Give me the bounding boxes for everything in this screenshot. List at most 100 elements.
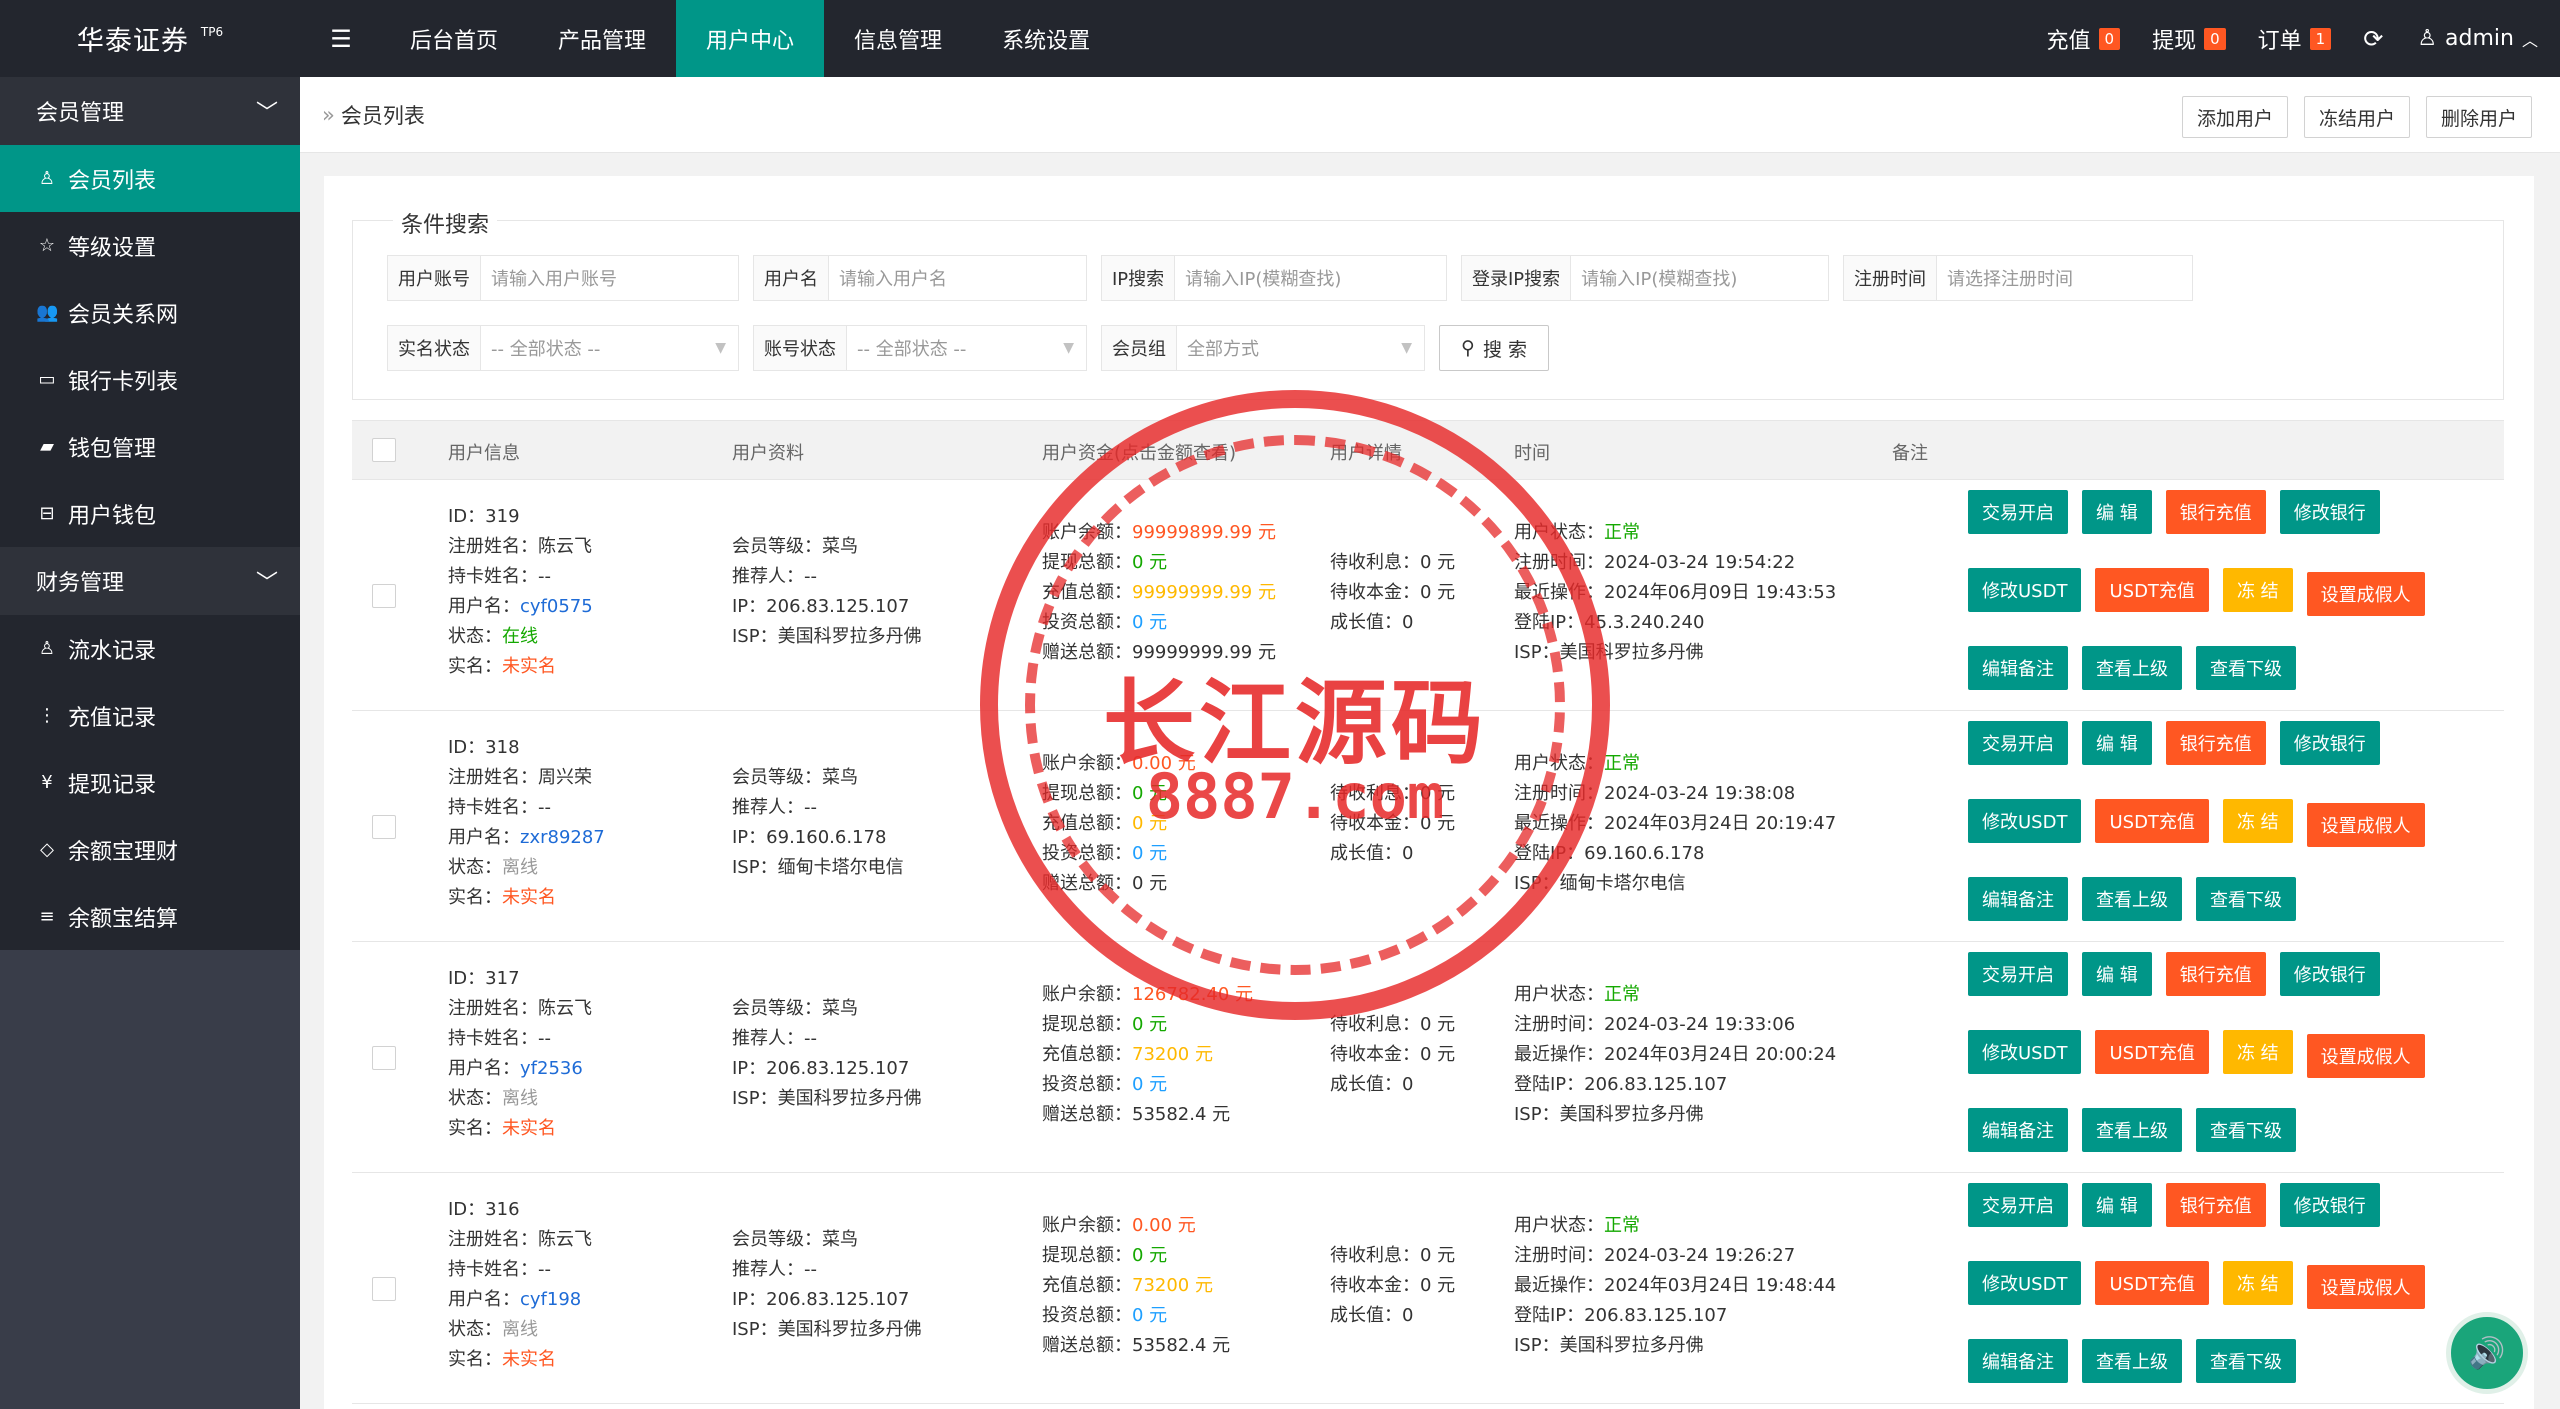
recharge-link[interactable]: 充值 0 — [2047, 23, 2121, 55]
withdraw-link[interactable]: 提现 0 — [2152, 23, 2226, 55]
op-button-1-1[interactable]: USDT充值 — [2095, 1030, 2209, 1074]
account-status-select[interactable]: 账号状态 -- 全部状态 -- ▼ — [753, 325, 1087, 371]
op-button-0-0[interactable]: 交易开启 — [1968, 721, 2068, 765]
field-placeholder[interactable]: 请输入用户名 — [829, 256, 957, 300]
sidebar-item-yeb[interactable]: ◇ 余额宝理财 — [0, 816, 300, 883]
op-button-0-1[interactable]: 编 辑 — [2082, 952, 2152, 996]
sidebar-item-bankcards[interactable]: ▭ 银行卡列表 — [0, 346, 300, 413]
sidebar-item-wallet-mgmt[interactable]: ▰ 钱包管理 — [0, 413, 300, 480]
op-button-0-3[interactable]: 修改银行 — [2279, 490, 2380, 534]
op-button-1-1[interactable]: USDT充值 — [2095, 568, 2209, 612]
freeze-user-button[interactable]: 冻结用户 — [2303, 96, 2410, 138]
op-button-2-1[interactable]: 查看上级 — [2082, 646, 2182, 690]
select-all-checkbox[interactable] — [372, 438, 396, 462]
op-button-1-3[interactable]: 设置成假人 — [2306, 1034, 2425, 1078]
recharge-value[interactable]: 99999999.99 元 — [1132, 582, 1276, 603]
nav-info[interactable]: 信息管理 — [824, 0, 972, 77]
balance-value[interactable]: 0.00 元 — [1132, 753, 1196, 774]
speaker-icon[interactable]: 🔊 — [2446, 1312, 2528, 1394]
row-checkbox[interactable] — [372, 815, 396, 839]
withdraw-value[interactable]: 0 元 — [1132, 1245, 1167, 1266]
withdraw-value[interactable]: 0 元 — [1132, 783, 1167, 804]
op-button-0-2[interactable]: 银行充值 — [2165, 952, 2266, 996]
username-link[interactable]: zxr89287 — [520, 827, 605, 848]
gift-value[interactable]: 53582.4 元 — [1132, 1104, 1230, 1125]
op-button-1-0[interactable]: 修改USDT — [1968, 1261, 2082, 1305]
op-button-0-0[interactable]: 交易开启 — [1968, 952, 2068, 996]
op-button-1-3[interactable]: 设置成假人 — [2306, 572, 2425, 616]
withdraw-value[interactable]: 0 元 — [1132, 1014, 1167, 1035]
hamburger-icon[interactable]: ☰ — [315, 0, 367, 77]
op-button-0-2[interactable]: 银行充值 — [2165, 490, 2266, 534]
op-button-0-1[interactable]: 编 辑 — [2082, 1183, 2152, 1227]
op-button-2-0[interactable]: 编辑备注 — [1968, 646, 2068, 690]
op-button-2-1[interactable]: 查看上级 — [2082, 1339, 2182, 1383]
account-field[interactable]: 用户账号 请输入用户账号 — [387, 255, 739, 301]
balance-value[interactable]: 99999899.99 元 — [1132, 522, 1276, 543]
nav-products[interactable]: 产品管理 — [528, 0, 676, 77]
login-ip-search-field[interactable]: 登录IP搜索 请输入IP(模糊查找) — [1461, 255, 1829, 301]
op-button-1-2[interactable]: 冻 结 — [2222, 1030, 2293, 1074]
realname-status-select[interactable]: 实名状态 -- 全部状态 -- ▼ — [387, 325, 739, 371]
op-button-1-0[interactable]: 修改USDT — [1968, 1030, 2082, 1074]
op-button-0-0[interactable]: 交易开启 — [1968, 1183, 2068, 1227]
search-button[interactable]: ⚲ 搜 索 — [1439, 325, 1549, 371]
ip-search-field[interactable]: IP搜索 请输入IP(模糊查找) — [1101, 255, 1447, 301]
sidebar-item-flow[interactable]: ♙ 流水记录 — [0, 615, 300, 682]
op-button-2-1[interactable]: 查看上级 — [2082, 1108, 2182, 1152]
balance-value[interactable]: 0.00 元 — [1132, 1215, 1196, 1236]
row-checkbox[interactable] — [372, 1277, 396, 1301]
op-button-0-0[interactable]: 交易开启 — [1968, 490, 2068, 534]
delete-user-button[interactable]: 删除用户 — [2425, 96, 2532, 138]
op-button-1-3[interactable]: 设置成假人 — [2306, 803, 2425, 847]
op-button-0-1[interactable]: 编 辑 — [2082, 490, 2152, 534]
withdraw-value[interactable]: 0 元 — [1132, 552, 1167, 573]
member-group-select[interactable]: 会员组 全部方式 ▼ — [1101, 325, 1425, 371]
op-button-2-2[interactable]: 查看下级 — [2196, 1108, 2296, 1152]
op-button-1-2[interactable]: 冻 结 — [2222, 568, 2293, 612]
gift-value[interactable]: 53582.4 元 — [1132, 1335, 1230, 1356]
op-button-0-3[interactable]: 修改银行 — [2279, 952, 2380, 996]
op-button-2-0[interactable]: 编辑备注 — [1968, 877, 2068, 921]
op-button-0-2[interactable]: 银行充值 — [2165, 1183, 2266, 1227]
gift-value[interactable]: 0 元 — [1132, 873, 1167, 894]
sidebar-item-user-wallet[interactable]: ⊟ 用户钱包 — [0, 480, 300, 547]
register-time-field[interactable]: 注册时间 请选择注册时间 — [1843, 255, 2193, 301]
nav-system[interactable]: 系统设置 — [972, 0, 1120, 77]
field-placeholder[interactable]: 请输入IP(模糊查找) — [1175, 256, 1351, 300]
invest-value[interactable]: 0 元 — [1132, 612, 1167, 633]
op-button-2-0[interactable]: 编辑备注 — [1968, 1108, 2068, 1152]
sidebar-item-member-list[interactable]: ♙ 会员列表 — [0, 145, 300, 212]
op-button-2-1[interactable]: 查看上级 — [2082, 877, 2182, 921]
nav-home[interactable]: 后台首页 — [380, 0, 528, 77]
sidebar-group-members[interactable]: 会员管理 ﹀ — [0, 77, 300, 145]
op-button-1-0[interactable]: 修改USDT — [1968, 799, 2082, 843]
row-checkbox[interactable] — [372, 1046, 396, 1070]
refresh-icon[interactable]: ⟳ — [2363, 25, 2383, 53]
sidebar-item-withdraw[interactable]: ¥ 提现记录 — [0, 749, 300, 816]
invest-value[interactable]: 0 元 — [1132, 843, 1167, 864]
field-placeholder[interactable]: 请输入IP(模糊查找) — [1571, 256, 1747, 300]
order-link[interactable]: 订单 1 — [2258, 23, 2332, 55]
op-button-2-2[interactable]: 查看下级 — [2196, 1339, 2296, 1383]
invest-value[interactable]: 0 元 — [1132, 1074, 1167, 1095]
recharge-value[interactable]: 0 元 — [1132, 813, 1167, 834]
nav-users[interactable]: 用户中心 — [676, 0, 825, 77]
balance-value[interactable]: 126782.40 元 — [1132, 984, 1253, 1005]
sidebar-item-relations[interactable]: 👥 会员关系网 — [0, 279, 300, 346]
op-button-0-3[interactable]: 修改银行 — [2279, 1183, 2380, 1227]
field-placeholder[interactable]: 请输入用户账号 — [481, 256, 627, 300]
op-button-1-0[interactable]: 修改USDT — [1968, 568, 2082, 612]
sidebar-item-recharge[interactable]: ⋮ 充值记录 — [0, 682, 300, 749]
op-button-0-1[interactable]: 编 辑 — [2082, 721, 2152, 765]
field-placeholder[interactable]: 请选择注册时间 — [1937, 256, 2083, 300]
row-checkbox[interactable] — [372, 584, 396, 608]
op-button-1-3[interactable]: 设置成假人 — [2306, 1265, 2425, 1309]
username-link[interactable]: yf2536 — [520, 1058, 583, 1079]
op-button-0-3[interactable]: 修改银行 — [2279, 721, 2380, 765]
gift-value[interactable]: 99999999.99 元 — [1132, 642, 1276, 663]
sidebar-group-finance[interactable]: 财务管理 ﹀ — [0, 547, 300, 615]
user-menu[interactable]: ♙ admin ︿ — [2417, 26, 2538, 51]
op-button-1-2[interactable]: 冻 结 — [2222, 799, 2293, 843]
invest-value[interactable]: 0 元 — [1132, 1305, 1167, 1326]
